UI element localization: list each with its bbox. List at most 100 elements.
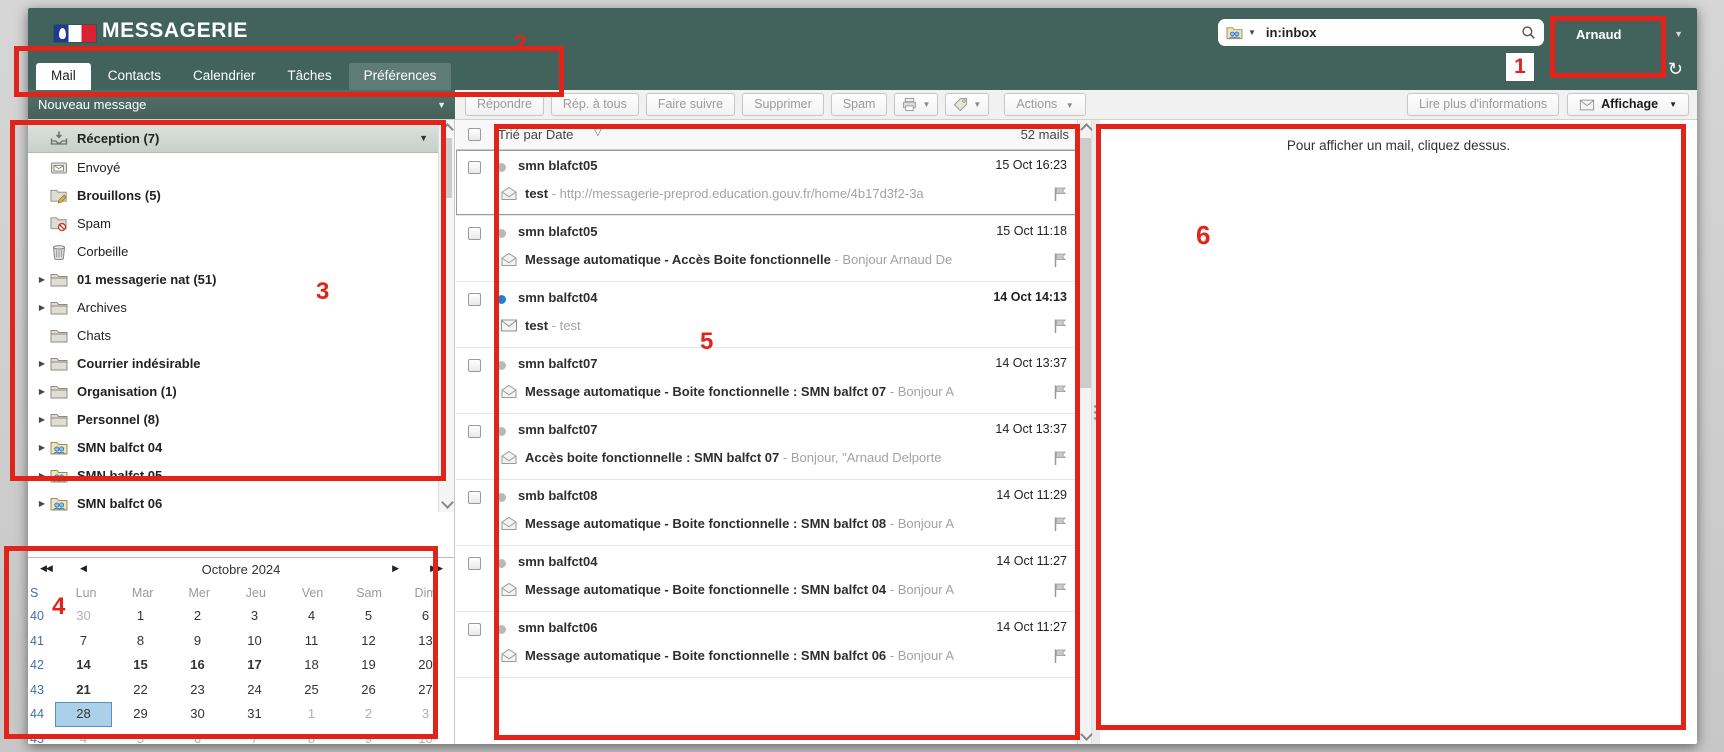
delete-button[interactable]: Supprimer [742,93,824,116]
scrollbar-thumb[interactable] [441,138,452,198]
message-checkbox[interactable] [468,359,481,372]
user-name[interactable]: Arnaud [1576,27,1622,42]
sort-direction-icon[interactable]: ▽ [594,127,602,138]
calendar-day[interactable]: 12 [340,629,397,654]
sidebar-folder-item[interactable]: ▶ SMN balfct 04 [28,433,438,461]
sidebar-folder-item[interactable]: Réception (7) ▼ [28,123,438,153]
read-status-dot[interactable] [497,493,506,502]
sort-label[interactable]: Trié par Date [498,127,573,142]
scroll-up-icon[interactable] [1080,123,1093,136]
message-checkbox[interactable] [468,227,481,240]
calendar-day[interactable]: 28 [55,702,112,727]
scrollbar-thumb[interactable] [1080,138,1091,388]
spam-button[interactable]: Spam [831,93,888,116]
message-row[interactable]: smn blafct05 15 Oct 16:23 test - http://… [456,150,1077,216]
select-all-checkbox[interactable] [468,128,481,141]
search-scope-dropdown-icon[interactable]: ▼ [1248,28,1256,37]
display-button[interactable]: Affichage ▼ [1567,93,1689,116]
calendar-day[interactable]: 10 [397,727,454,745]
sidebar-folder-item[interactable]: ▶ Personnel (8) [28,405,438,433]
new-message-button[interactable]: Nouveau message ▼ [28,90,455,119]
folder-scrollbar[interactable] [438,120,454,512]
calendar-day[interactable]: 17 [226,653,283,678]
calendar-next-month-icon[interactable]: ▶ [392,563,398,574]
calendar-day[interactable]: 1 [283,702,340,727]
read-status-dot[interactable] [497,625,506,634]
expand-arrow-icon[interactable]: ▶ [34,499,50,508]
main-tab[interactable]: Mail [36,63,91,90]
actions-button[interactable]: Actions ▼ [1004,93,1085,116]
calendar-day[interactable]: 14 [55,653,112,678]
calendar-day[interactable]: 3 [397,702,454,727]
main-tab[interactable]: Calendrier [178,63,270,90]
message-checkbox[interactable] [468,293,481,306]
calendar-day[interactable]: 26 [340,678,397,703]
search-bar[interactable]: ▼ [1218,19,1544,46]
expand-arrow-icon[interactable]: ▶ [34,471,50,480]
scroll-down-icon[interactable] [441,496,454,509]
calendar-day[interactable]: 23 [169,678,226,703]
tag-dropdown-icon[interactable]: ▼ [973,94,981,115]
print-button[interactable]: ▼ [894,93,938,116]
calendar-next-year-icon[interactable]: ▶▶ [430,563,442,574]
calendar-day[interactable]: 31 [226,702,283,727]
message-row[interactable]: smn blafct05 15 Oct 11:18 Message automa… [456,216,1077,282]
expand-arrow-icon[interactable]: ▶ [34,359,50,368]
calendar-day[interactable]: 25 [283,678,340,703]
calendar-day[interactable]: 27 [397,678,454,703]
expand-arrow-icon[interactable]: ▶ [34,303,50,312]
calendar-day[interactable]: 9 [340,727,397,745]
message-row[interactable]: smn balfct07 14 Oct 13:37 Message automa… [456,348,1077,414]
sidebar-folder-item[interactable]: ▶ 01 messagerie nat (51) [28,265,438,293]
calendar-day[interactable]: 4 [283,604,340,629]
calendar-day[interactable]: 18 [283,653,340,678]
sidebar-folder-item[interactable]: ▶ SMN balfct 05 [28,461,438,489]
sidebar-folder-item[interactable]: Corbeille [28,237,438,265]
tag-button[interactable]: ▼ [945,93,989,116]
calendar-month-title[interactable]: Octobre 2024 [28,562,454,577]
message-checkbox[interactable] [468,557,481,570]
reply-all-button[interactable]: Rép. à tous [551,93,639,116]
scroll-up-icon[interactable] [441,123,454,136]
calendar-day[interactable]: 2 [169,604,226,629]
message-checkbox[interactable] [468,425,481,438]
expand-arrow-icon[interactable]: ▶ [34,387,50,396]
sidebar-folder-item[interactable]: Brouillons (5) [28,181,438,209]
read-status-dot[interactable] [497,295,506,304]
message-list-scrollbar[interactable] [1077,120,1092,744]
calendar-day[interactable]: 13 [397,629,454,654]
main-tab[interactable]: Préférences [349,63,452,90]
calendar-day[interactable]: 4 [55,727,112,745]
calendar-day[interactable]: 10 [226,629,283,654]
calendar-day[interactable]: 3 [226,604,283,629]
scroll-down-icon[interactable] [1080,728,1093,741]
flag-icon[interactable] [1053,516,1067,532]
sidebar-folder-item[interactable]: ▶ SMN balfct 06 [28,489,438,517]
message-checkbox[interactable] [468,161,481,174]
read-status-dot[interactable] [497,361,506,370]
calendar-day[interactable]: 15 [112,653,169,678]
print-dropdown-icon[interactable]: ▼ [922,94,930,115]
read-status-dot[interactable] [497,559,506,568]
flag-icon[interactable] [1053,450,1067,466]
flag-icon[interactable] [1053,648,1067,664]
main-tab[interactable]: Tâches [272,63,346,90]
calendar-day[interactable]: 9 [169,629,226,654]
calendar-day[interactable]: 16 [169,653,226,678]
calendar-day[interactable]: 6 [169,727,226,745]
expand-arrow-icon[interactable]: ▶ [34,443,50,452]
read-status-dot[interactable] [497,427,506,436]
folder-dropdown-icon[interactable]: ▼ [419,133,428,143]
calendar-day[interactable]: 5 [112,727,169,745]
flag-icon[interactable] [1053,318,1067,334]
new-message-dropdown-icon[interactable]: ▼ [437,100,446,110]
calendar-day[interactable]: 29 [112,702,169,727]
message-row[interactable]: smn balfct04 14 Oct 14:13 test - test [456,282,1077,348]
search-input[interactable] [1264,24,1517,41]
message-checkbox[interactable] [468,491,481,504]
message-row[interactable]: smn balfct04 14 Oct 11:27 Message automa… [456,546,1077,612]
message-row[interactable]: smn balfct07 14 Oct 13:37 Accès boite fo… [456,414,1077,480]
flag-icon[interactable] [1053,384,1067,400]
message-checkbox[interactable] [468,623,481,636]
account-dropdown-icon[interactable]: ▼ [1674,29,1683,39]
